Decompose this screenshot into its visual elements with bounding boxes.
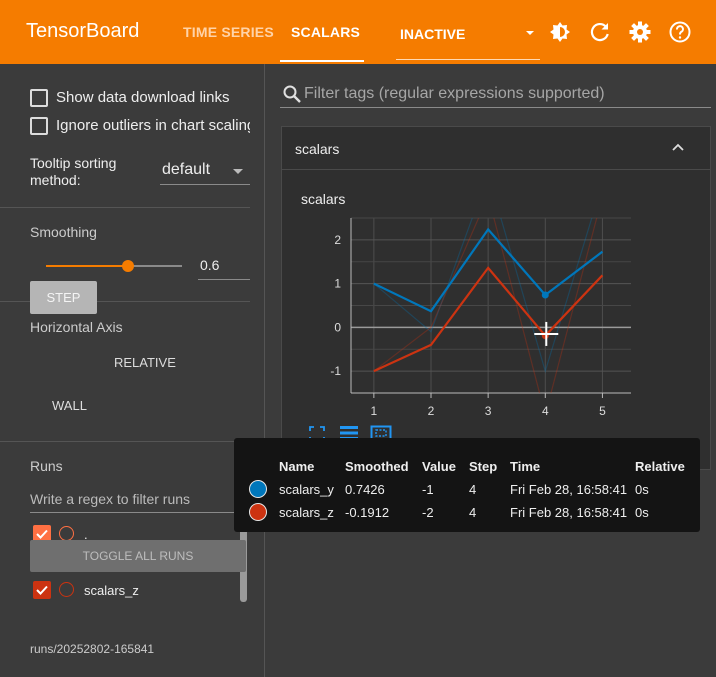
tooltip-header-time: Time: [510, 459, 541, 474]
inactive-plugins-select[interactable]: INACTIVE: [400, 26, 465, 42]
run-color-swatch[interactable]: [59, 526, 74, 541]
dropdown-arrow-icon[interactable]: [230, 164, 246, 178]
tooltip-sorting-label: Tooltip sorting: [30, 155, 117, 171]
section-divider: [0, 441, 250, 442]
smoothing-input-underline: [198, 279, 250, 280]
smoothing-slider-fill: [46, 265, 128, 267]
x-tick-label: 1: [371, 404, 378, 418]
show-download-links-label: Show data download links: [56, 89, 230, 106]
inactive-select-underline: [396, 59, 540, 60]
section-divider: [0, 207, 250, 208]
tooltip-cell: 4: [469, 482, 477, 497]
horizontal-axis-title: Horizontal Axis: [30, 319, 123, 335]
tooltip-cell: 4: [469, 505, 477, 520]
tooltip-cell: Fri Feb 28, 16:58:41: [510, 482, 628, 497]
axis-relative-button[interactable]: RELATIVE: [114, 355, 176, 370]
settings-icon[interactable]: [628, 20, 652, 44]
hover-point-scalars_y: [541, 291, 549, 299]
filter-tags-underline: [280, 107, 711, 108]
tooltip-cell: 0s: [635, 505, 649, 520]
tooltip-header-relative: Relative: [635, 459, 685, 474]
tooltip-cell: scalars_y: [279, 482, 334, 497]
select-underline: [160, 184, 250, 185]
smoothing-title: Smoothing: [30, 224, 97, 240]
y-tick-label: -1: [330, 364, 341, 378]
tooltip-swatch-scalars-y: [249, 480, 267, 498]
tooltip-swatch-scalars-z: [249, 503, 267, 521]
tag-group-header[interactable]: [281, 126, 711, 170]
tooltip-cell: -2: [422, 505, 434, 520]
tooltip-cell: 0s: [635, 482, 649, 497]
toggle-all-runs-button[interactable]: TOGGLE ALL RUNS: [30, 540, 246, 572]
active-tab-indicator: [280, 60, 364, 62]
tooltip-sorting-label-2: method:: [30, 172, 81, 188]
filter-tags-input[interactable]: Filter tags (regular expressions support…: [304, 85, 605, 103]
tooltip-sorting-select[interactable]: default: [162, 161, 210, 179]
help-icon[interactable]: [668, 20, 692, 44]
run-color-swatch[interactable]: [59, 582, 74, 597]
smoothing-slider-thumb[interactable]: [121, 260, 134, 272]
scalars-chart[interactable]: 1 2 3 4 5 -1 0 1 2: [281, 170, 711, 430]
smoothing-value-input[interactable]: 0.6: [200, 257, 219, 273]
y-tick-label: 1: [334, 277, 341, 291]
ignore-outliers-checkbox[interactable]: [30, 117, 48, 135]
tag-group-title: scalars: [295, 141, 340, 157]
brightness-icon[interactable]: [548, 20, 572, 44]
run-label: scalars_z: [84, 583, 139, 598]
runs-filter-underline: [30, 512, 246, 513]
search-icon: [283, 85, 301, 103]
tooltip-cell: -0.1912: [345, 505, 390, 520]
chevron-up-icon[interactable]: [670, 140, 686, 156]
run-checkbox-scalars-z[interactable]: [33, 581, 51, 599]
x-tick-label: 2: [428, 404, 435, 418]
refresh-icon[interactable]: [588, 20, 612, 44]
app-title: TensorBoard: [26, 20, 140, 42]
run-path: runs/20252802-165841: [30, 642, 155, 656]
tooltip-cell: scalars_z: [279, 505, 334, 520]
ignore-outliers-label: Ignore outliers in chart scaling: [56, 117, 250, 134]
x-tick-label: 3: [485, 404, 492, 418]
x-tick-label: 5: [599, 404, 606, 418]
axis-step-button[interactable]: STEP: [30, 281, 97, 314]
tooltip-header-name: Name: [279, 459, 315, 474]
tab-time-series[interactable]: TIME SERIES: [183, 24, 274, 40]
runs-filter-input[interactable]: Write a regex to filter runs: [30, 491, 190, 507]
tooltip-cell: -1: [422, 482, 434, 497]
tooltip-header-value: Value: [422, 459, 456, 474]
check-icon: [36, 585, 48, 595]
tooltip-cell: Fri Feb 28, 16:58:41: [510, 505, 628, 520]
axis-wall-button[interactable]: WALL: [52, 398, 87, 413]
y-tick-label: 2: [334, 233, 341, 247]
dropdown-arrow-icon[interactable]: [521, 24, 539, 42]
tooltip-header-step: Step: [469, 459, 498, 474]
tab-scalars[interactable]: SCALARS: [291, 24, 360, 40]
runs-title: Runs: [30, 458, 63, 474]
show-download-links-checkbox[interactable]: [30, 89, 48, 107]
x-tick-label: 4: [542, 404, 549, 418]
tooltip-cell: 0.7426: [345, 482, 385, 497]
y-tick-label: 0: [334, 320, 341, 334]
tooltip-header-smoothed: Smoothed: [345, 459, 409, 474]
